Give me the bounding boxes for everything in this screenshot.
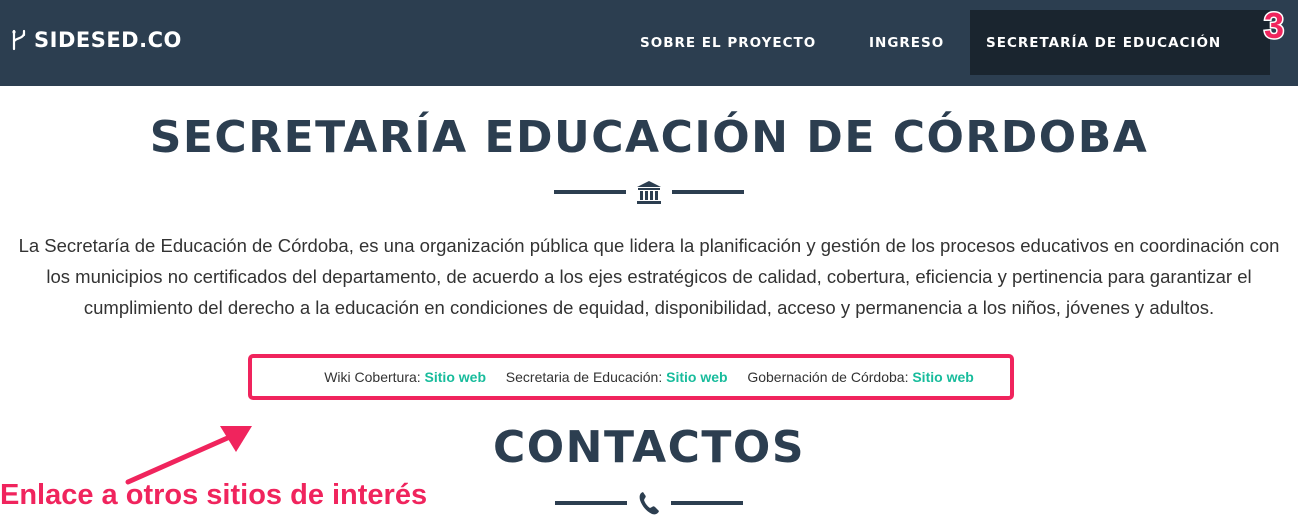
page-title: SECRETARÍA EDUCACIÓN DE CÓRDOBA <box>149 112 1149 163</box>
nav-item-sobre-el-proyecto[interactable]: SOBRE EL PROYECTO <box>640 0 816 86</box>
title-divider <box>0 179 1298 205</box>
institution-icon <box>637 181 661 204</box>
svg-text:3: 3 <box>1264 6 1284 46</box>
navbar: SIDESED.CO SOBRE EL PROYECTO INGRESO SEC… <box>0 0 1298 86</box>
brand-name: SIDESED.CO <box>34 28 182 52</box>
brand-link[interactable]: SIDESED.CO <box>10 28 182 52</box>
nav-item-ingreso[interactable]: INGRESO <box>869 0 944 86</box>
description-text: La Secretaría de Educación de Córdoba, e… <box>18 235 1280 318</box>
divider-line-right <box>671 501 743 505</box>
branch-icon <box>12 29 26 51</box>
divider-line-left <box>554 190 626 194</box>
annotation-arrow <box>125 426 252 485</box>
divider-line-left <box>555 501 627 505</box>
annotation-highlight-box <box>248 354 1014 400</box>
annotation-text: Enlace a otros sitios de interés <box>0 479 428 511</box>
annotation-number-badge: 3 <box>1262 6 1285 46</box>
divider-line-right <box>672 190 744 194</box>
phone-icon <box>639 492 659 515</box>
nav-item-secretaria-de-educacion[interactable]: SECRETARÍA DE EDUCACIÓN <box>970 10 1270 75</box>
